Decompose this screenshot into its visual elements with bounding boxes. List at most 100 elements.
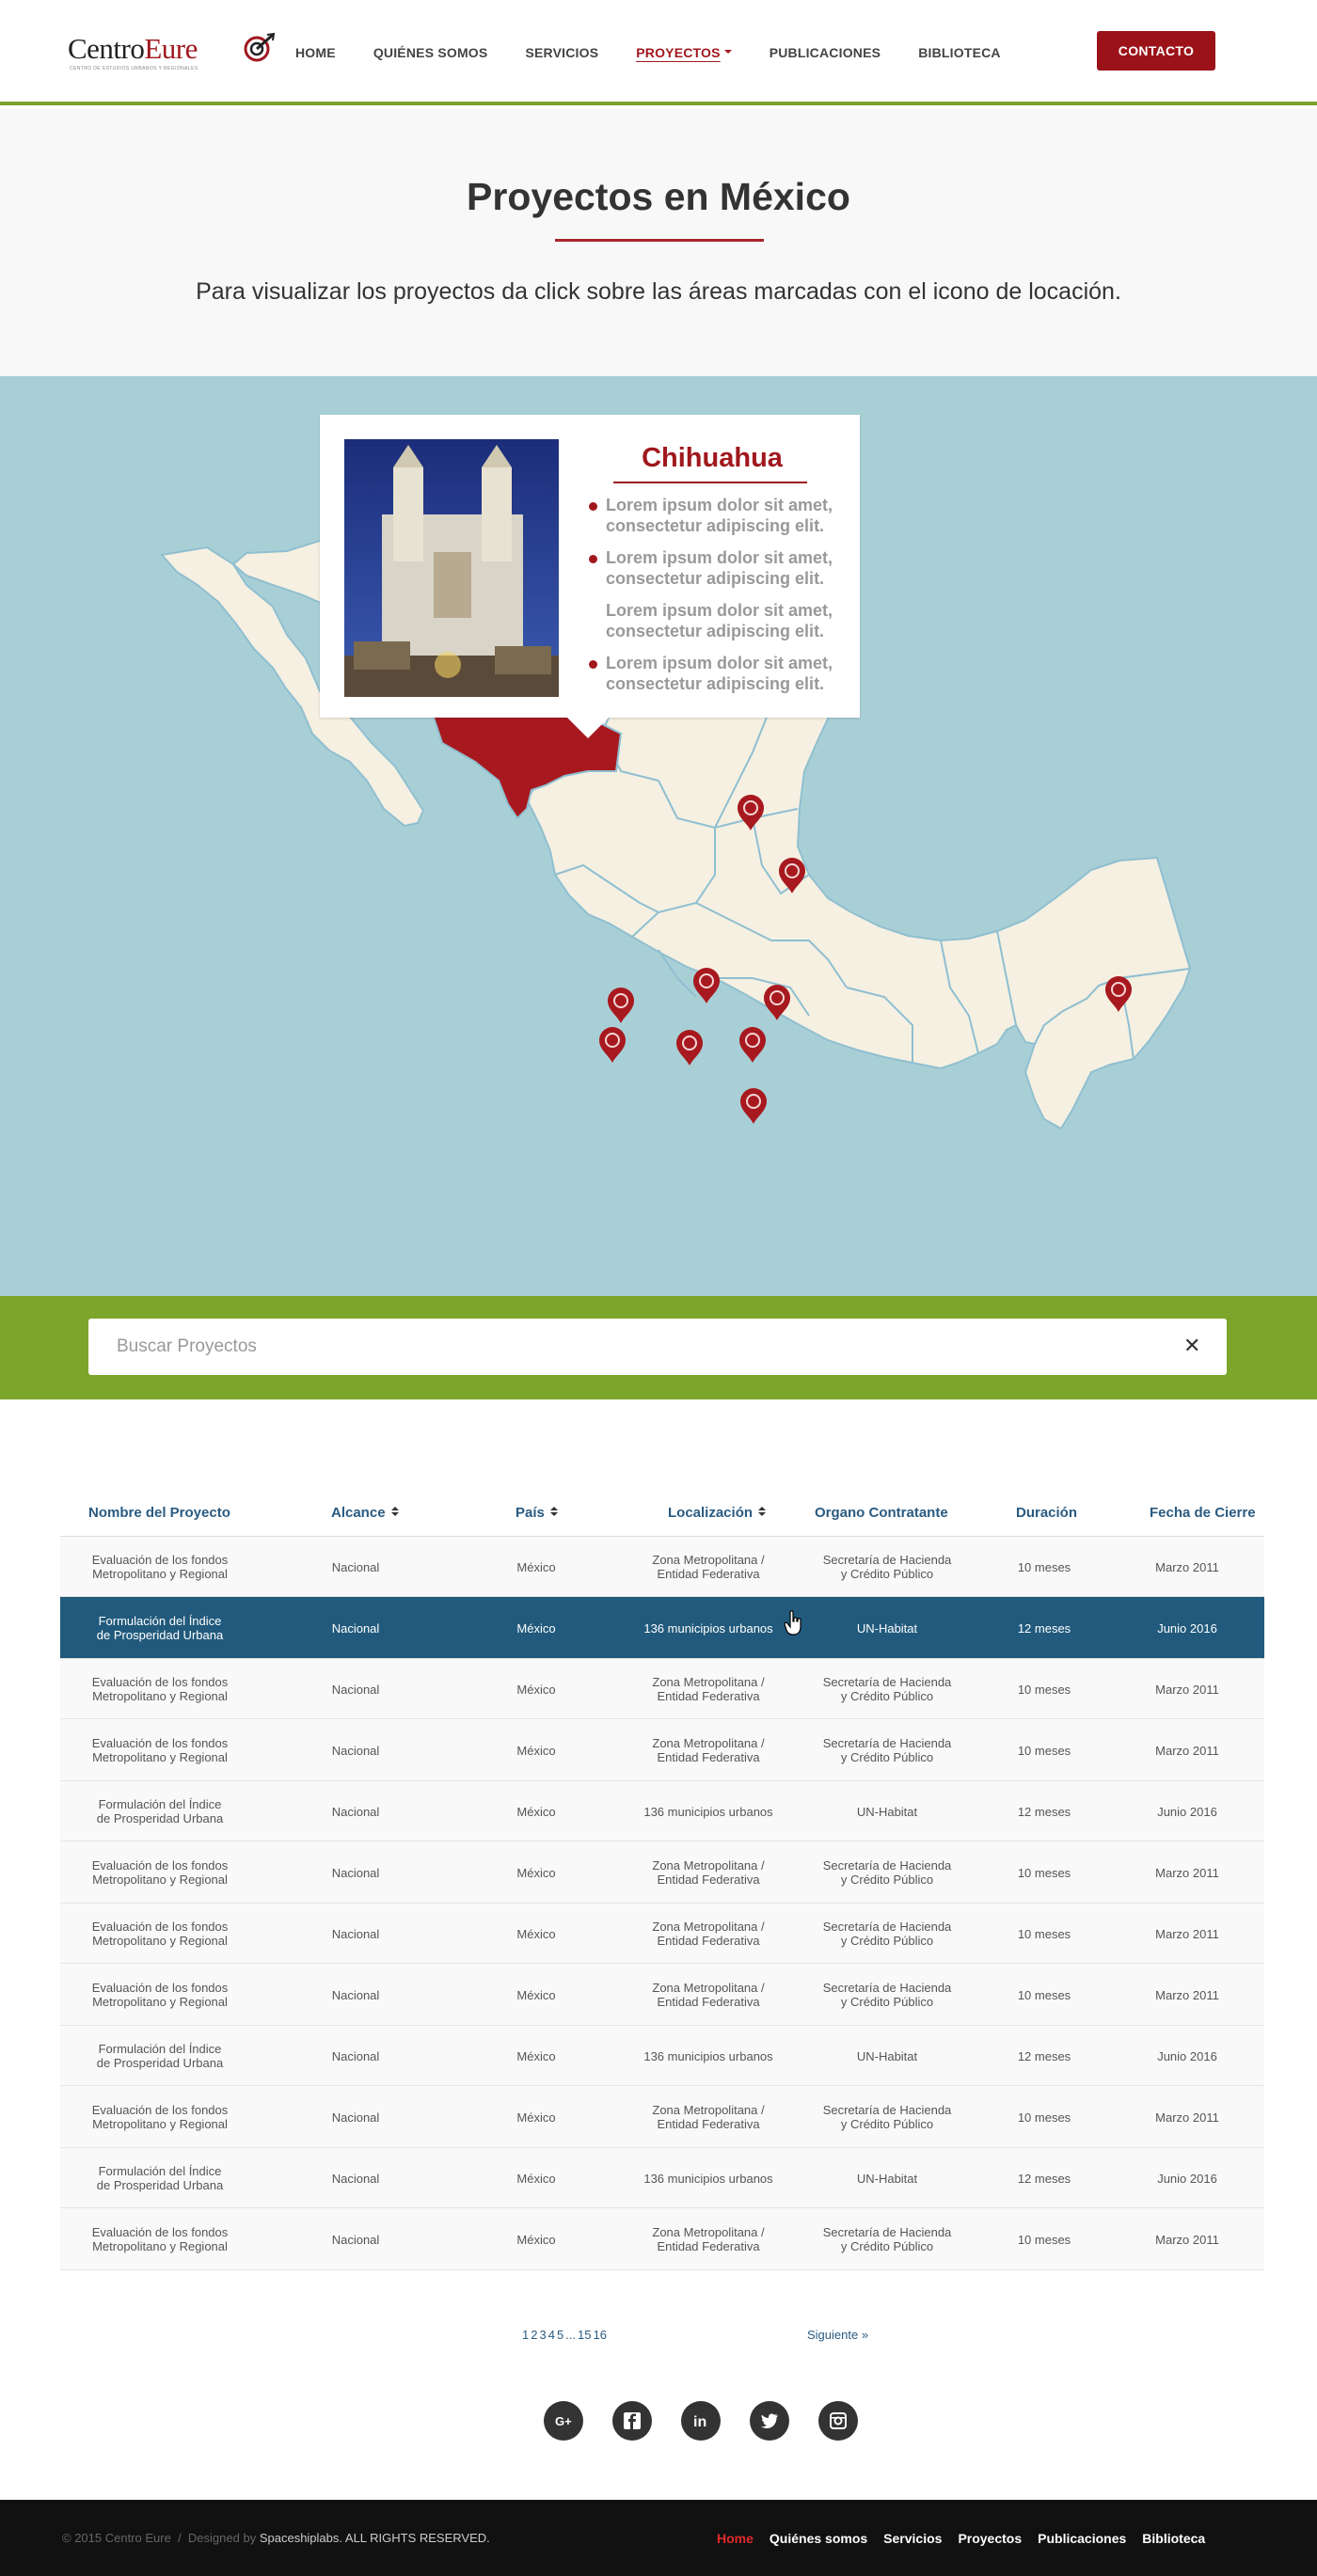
country-cell: México — [516, 2233, 556, 2247]
table-row[interactable]: Evaluación de los fondos Metropolitano y … — [60, 2208, 1264, 2270]
column-header-localizacion[interactable]: Localización — [668, 1505, 767, 1521]
sort-icon[interactable] — [758, 1507, 767, 1517]
nav-item-label: Publicaciones — [769, 45, 881, 60]
table-row[interactable]: Evaluación de los fondos Metropolitano y … — [60, 1719, 1264, 1781]
location-marker-icon[interactable] — [676, 1030, 703, 1066]
page-link[interactable]: 4 — [548, 2328, 555, 2342]
table-row[interactable]: Formulación del Índice de Prosperidad Urb… — [60, 1781, 1264, 1841]
country-cell: México — [516, 1744, 556, 1758]
page-link[interactable]: 3 — [539, 2328, 546, 2342]
close-date-cell: Marzo 2011 — [1155, 1927, 1219, 1941]
contractor-cell: Secretaría de Hacienda y Crédito Público — [822, 2103, 952, 2131]
clear-icon[interactable]: ✕ — [1183, 1334, 1200, 1358]
search-box: ✕ — [88, 1319, 1227, 1375]
table-row[interactable]: Evaluación de los fondos Metropolitano y … — [60, 2086, 1264, 2148]
table-row[interactable]: Evaluación de los fondos Metropolitano y … — [60, 1964, 1264, 2026]
location-marker-icon[interactable] — [608, 988, 634, 1023]
scope-cell: Nacional — [331, 1683, 380, 1697]
location-marker-icon[interactable] — [740, 1088, 767, 1124]
nav-item-home[interactable]: Home — [295, 45, 336, 60]
scope-cell: Nacional — [331, 1866, 380, 1880]
twitter-icon[interactable] — [750, 2401, 789, 2441]
scope-cell: Nacional — [331, 1560, 380, 1574]
logo[interactable]: CentroEure CENTRO DE ESTUDIOS URBANOS Y … — [68, 28, 275, 77]
nav-item-publicaciones[interactable]: Publicaciones — [770, 45, 881, 60]
cathedral-photo — [344, 439, 559, 697]
location-marker-icon[interactable] — [599, 1027, 626, 1063]
location-marker-icon[interactable] — [693, 968, 720, 1004]
sort-icon[interactable] — [549, 1507, 558, 1517]
table-row[interactable]: Formulación del Índice de Prosperidad Urb… — [60, 1597, 1264, 1659]
next-page-link[interactable]: Siguiente » — [807, 2328, 868, 2342]
column-header-pais[interactable]: País — [516, 1505, 558, 1521]
logo-swirl-icon — [244, 32, 275, 62]
project-name-cell: Evaluación de los fondos Metropolitano y … — [91, 1553, 229, 1581]
sort-icon[interactable] — [390, 1507, 399, 1517]
footer-nav: Home Quiénes somos Servicios Proyectos Publi… — [717, 2531, 1221, 2546]
table-row[interactable]: Evaluación de los fondos Metropolitano y … — [60, 1659, 1264, 1719]
social-links: G+ in — [544, 2401, 887, 2441]
nav-item-biblioteca[interactable]: Biblioteca — [918, 45, 1001, 60]
nav-item-quienes-somos[interactable]: Quiénes somos — [373, 45, 488, 60]
scope-cell: Nacional — [331, 2172, 380, 2186]
country-cell: México — [516, 1927, 556, 1941]
table-row[interactable]: Evaluación de los fondos Metropolitano y … — [60, 1904, 1264, 1964]
location-cell: Zona Metropolitana / Entidad Federativa — [652, 1675, 765, 1703]
location-marker-icon[interactable] — [739, 1027, 766, 1063]
logo-text: CentroEure — [68, 32, 198, 65]
popup-list-item: Lorem ipsum dolor sit amet, consectetur … — [589, 653, 852, 694]
nav-item-proyectos[interactable]: Proyectos — [636, 45, 732, 60]
instagram-icon[interactable] — [818, 2401, 858, 2441]
footer-nav-servicios[interactable]: Servicios — [883, 2531, 942, 2546]
close-date-cell: Marzo 2011 — [1155, 1744, 1219, 1758]
contact-button[interactable]: Contacto — [1097, 31, 1215, 71]
duration-cell: 12 meses — [1017, 1621, 1071, 1636]
popup-list-item: Lorem ipsum dolor sit amet, consectetur … — [606, 601, 833, 640]
close-date-cell: Junio 2016 — [1157, 1805, 1217, 1819]
footer-nav-proyectos[interactable]: Proyectos — [958, 2531, 1022, 2546]
project-name-cell: Evaluación de los fondos Metropolitano y … — [91, 1981, 229, 2009]
table-header: Nombre del Proyecto Alcance País Localizaci… — [60, 1495, 1264, 1537]
page-title: Proyectos en México — [467, 175, 850, 218]
page-subtitle: Para visualizar los proyectos da click s… — [196, 278, 1121, 305]
nav-item-label: Biblioteca — [918, 45, 1001, 60]
page-link[interactable]: 15 — [578, 2328, 591, 2342]
duration-cell: 10 meses — [1017, 1866, 1071, 1880]
duration-cell: 10 meses — [1017, 1683, 1071, 1697]
table-row[interactable]: Formulación del Índice de Prosperidad Urb… — [60, 2148, 1264, 2208]
popup-title-underline — [613, 482, 807, 483]
nav-item-servicios[interactable]: Servicios — [525, 45, 598, 60]
scope-cell: Nacional — [331, 1621, 380, 1636]
table-row[interactable]: Formulación del Índice de Prosperidad Urb… — [60, 2026, 1264, 2086]
nav-item-label: Quiénes somos — [373, 45, 488, 60]
facebook-icon[interactable] — [612, 2401, 652, 2441]
page-link[interactable]: 1 — [522, 2328, 529, 2342]
linkedin-icon[interactable]: in — [681, 2401, 721, 2441]
google-plus-icon[interactable]: G+ — [544, 2401, 583, 2441]
search-input[interactable] — [117, 1319, 1170, 1375]
column-header-cierre: Fecha de Cierre — [1150, 1505, 1256, 1521]
table-row[interactable]: Evaluación de los fondos Metropolitano y … — [60, 1841, 1264, 1904]
logo-tagline: CENTRO DE ESTUDIOS URBANOS Y REGIONALES — [70, 66, 198, 71]
title-underline — [555, 239, 764, 242]
project-name-cell: Evaluación de los fondos Metropolitano y … — [91, 1675, 229, 1703]
column-header-alcance[interactable]: Alcance — [331, 1505, 399, 1521]
footer-nav-publicaciones[interactable]: Publicaciones — [1038, 2531, 1126, 2546]
nav-item-label: Proyectos — [636, 45, 721, 60]
footer-nav-home[interactable]: Home — [717, 2531, 754, 2546]
country-cell: México — [516, 1805, 556, 1819]
duration-cell: 12 meses — [1017, 2172, 1071, 2186]
footer-nav-quienes-somos[interactable]: Quiénes somos — [770, 2531, 867, 2546]
contractor-cell: Secretaría de Hacienda y Crédito Público — [822, 1553, 952, 1581]
footer-nav-biblioteca[interactable]: Biblioteca — [1142, 2531, 1205, 2546]
country-cell: México — [516, 1621, 556, 1636]
page-link[interactable]: 16 — [593, 2328, 606, 2342]
page-link[interactable]: 2 — [531, 2328, 537, 2342]
scope-cell: Nacional — [331, 2233, 380, 2247]
close-date-cell: Marzo 2011 — [1155, 2233, 1219, 2247]
table-row[interactable]: Evaluación de los fondos Metropolitano y … — [60, 1537, 1264, 1597]
location-cell: 136 municipios urbanos — [643, 2172, 773, 2186]
page-link[interactable]: 5 — [557, 2328, 563, 2342]
intro-section: Proyectos en México Para visualizar los … — [0, 109, 1317, 376]
contractor-cell: UN-Habitat — [856, 2049, 918, 2063]
